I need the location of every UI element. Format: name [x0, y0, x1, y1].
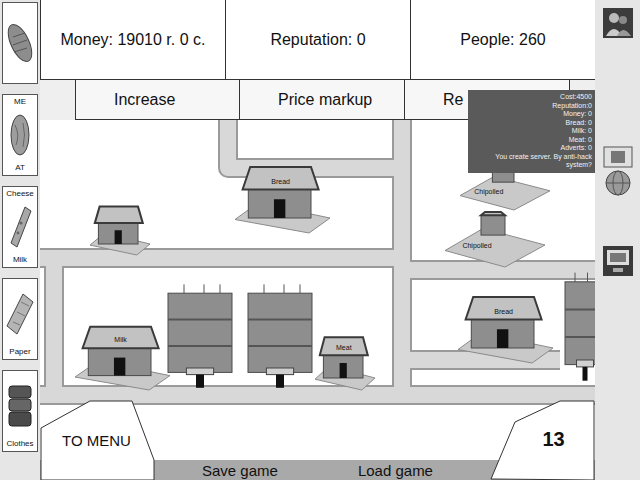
tooltip-line: Adverts: 0: [471, 144, 592, 153]
menu-label: TO MENU: [62, 432, 131, 449]
shop-building[interactable]: [90, 207, 150, 255]
game-screen: ME AT Cheese Milk Paper Clothes Money: 19010 r…: [0, 0, 640, 480]
tab[interactable]: Increase: [75, 80, 240, 120]
shop-building[interactable]: Milk: [75, 327, 170, 390]
tab[interactable]: Price markup: [240, 80, 405, 120]
turn-panel: 13: [490, 400, 595, 480]
tooltip-line: Reputation:0: [471, 102, 592, 111]
goods-label: ME: [14, 97, 26, 107]
stat-cell: Reputation: 0: [225, 0, 410, 79]
cost-tooltip: Cost:4500Reputation:0Money: 0Bread: 0Mil…: [468, 90, 595, 173]
building-label: Milk: [114, 336, 127, 343]
tooltip-line: Bread: 0: [471, 119, 592, 128]
meat-icon: [5, 113, 35, 157]
stat-cell: People: 260: [410, 0, 595, 79]
tooltip-line: You create server. By anti-hack system?: [471, 153, 592, 170]
building-label: Bread: [494, 308, 513, 315]
people-icon[interactable]: [603, 8, 633, 38]
goods-label: Paper: [9, 347, 30, 357]
turn-counter: 13: [542, 428, 564, 451]
goods-item[interactable]: Clothes: [2, 370, 38, 452]
building-label: Meat: [336, 344, 352, 351]
tools-column: [595, 0, 640, 480]
load-button[interactable]: Load game: [358, 462, 433, 479]
goods-sidebar: ME AT Cheese Milk Paper Clothes: [0, 0, 40, 480]
goods-item[interactable]: ME AT: [2, 94, 38, 176]
phone-icon[interactable]: [603, 146, 633, 168]
tooltip-line: Meat: 0: [471, 136, 592, 145]
stall-building[interactable]: Chipolled: [445, 212, 545, 267]
goods-label: Clothes: [6, 439, 33, 449]
tower-building[interactable]: [168, 284, 232, 387]
computer-icon[interactable]: [603, 246, 633, 276]
paper-icon: [5, 292, 35, 336]
goods-label: Milk: [13, 255, 27, 265]
stats-bar: Money: 19010 r. 0 c.Reputation: 0People:…: [40, 0, 595, 80]
goods-label: Cheese: [6, 189, 34, 199]
shop-building[interactable]: Meat: [315, 337, 375, 390]
stat-cell: Money: 19010 r. 0 c.: [40, 0, 225, 79]
tower-building[interactable]: [248, 284, 312, 387]
tower-building[interactable]: [565, 273, 595, 381]
globe-icon[interactable]: [603, 168, 633, 198]
tooltip-line: Milk: 0: [471, 127, 592, 136]
building-label: Chipolled: [462, 242, 491, 250]
menu-button[interactable]: TO MENU: [40, 400, 155, 480]
clothes-icon: [5, 384, 35, 428]
goods-label: AT: [15, 163, 25, 173]
goods-item[interactable]: [2, 2, 38, 84]
save-button[interactable]: Save game: [202, 462, 278, 479]
shop-building[interactable]: Bread: [235, 167, 330, 233]
goods-item[interactable]: Cheese Milk: [2, 186, 38, 268]
cheese-icon: [5, 205, 35, 249]
goods-item[interactable]: Paper: [2, 278, 38, 360]
building-label: Chipolled: [474, 188, 503, 196]
building-label: Bread: [271, 178, 290, 185]
shop-building[interactable]: Bread: [458, 297, 553, 363]
tooltip-line: Money: 0: [471, 110, 592, 119]
tooltip-line: Cost:4500: [471, 93, 592, 102]
bread-icon: [5, 21, 35, 65]
